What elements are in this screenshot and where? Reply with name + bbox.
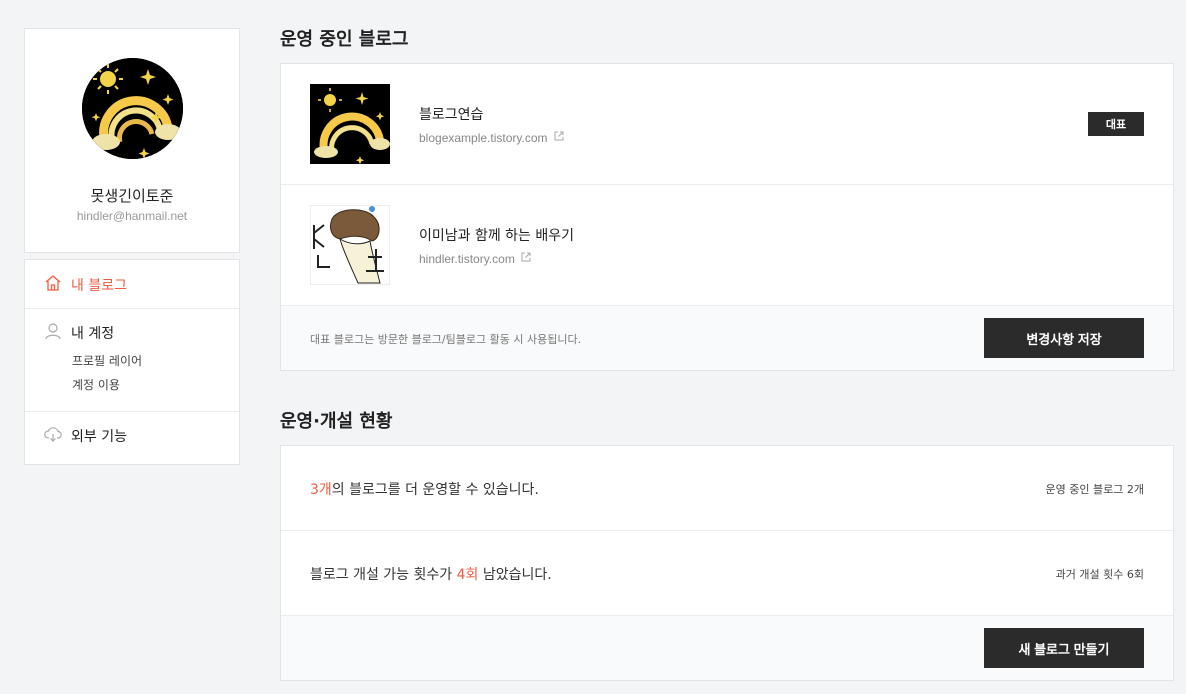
remaining-creation-post: 남았습니다. (478, 567, 552, 583)
operating-blogs-title: 운영 중인 블로그 (280, 29, 409, 50)
nav-item-label: 내 계정 (71, 326, 115, 342)
blog-url-text: hindler.tistory.com (419, 251, 515, 266)
operating-footer: 대표 블로그는 방문한 블로그/팀블로그 활동 시 사용됩니다. 변경사항 저장 (281, 306, 1173, 370)
nav-item-my-blog[interactable]: 내 블로그 (44, 274, 127, 296)
nav-item-my-account[interactable]: 내 계정 (44, 322, 114, 344)
user-icon (44, 322, 62, 344)
representative-badge: 대표 (1088, 112, 1144, 136)
nav-section-account: 내 계정 프로필 레이어 계정 이용 (25, 309, 239, 412)
status-title: 운영·개설 현황 (280, 411, 393, 432)
create-blog-button[interactable]: 새 블로그 만들기 (984, 628, 1144, 668)
operating-blogs-panel: 블로그연습 blogexample.tistory.com 대표 이미남과 함께… (280, 63, 1174, 371)
profile-name: 못생긴이토준 (90, 187, 174, 205)
profile-avatar[interactable] (82, 58, 183, 159)
blog-thumbnail[interactable] (310, 205, 390, 285)
external-link-icon (520, 251, 532, 266)
blog-name[interactable]: 이미남과 함께 하는 배우기 (419, 225, 574, 245)
status-panel: 3개의 블로그를 더 운영할 수 있습니다. 운영 중인 블로그 2개 블로그 … (280, 445, 1174, 681)
status-row: 블로그 개설 가능 횟수가 4회 남았습니다. 과거 개설 횟수 6회 (281, 531, 1173, 616)
home-icon (44, 274, 62, 296)
side-nav: 내 블로그 내 계정 프로필 레이어 계정 이용 외부 기능 (24, 259, 240, 465)
representative-footnote: 대표 블로그는 방문한 블로그/팀블로그 활동 시 사용됩니다. (310, 333, 582, 346)
nav-item-label: 외부 기능 (71, 429, 127, 445)
nav-item-label: 내 블로그 (71, 278, 127, 294)
remaining-creation-text: 블로그 개설 가능 횟수가 4회 남았습니다. (310, 564, 552, 584)
blog-row: 이미남과 함께 하는 배우기 hindler.tistory.com (281, 185, 1173, 306)
blog-url-link[interactable]: hindler.tistory.com (419, 251, 532, 266)
status-row: 3개의 블로그를 더 운영할 수 있습니다. 운영 중인 블로그 2개 (281, 446, 1173, 531)
profile-email: hindler@hanmail.net (76, 209, 188, 223)
nav-sub-profile-layer[interactable]: 프로필 레이어 (72, 352, 142, 369)
nav-item-external[interactable]: 외부 기능 (44, 425, 127, 447)
operating-count: 운영 중인 블로그 2개 (1045, 483, 1144, 496)
nav-sub-account-usage[interactable]: 계정 이용 (72, 376, 120, 393)
remaining-blogs-message: 의 블로그를 더 운영할 수 있습니다. (331, 482, 539, 498)
nav-section-external: 외부 기능 (25, 412, 239, 465)
external-link-icon (553, 130, 565, 145)
status-footer: 새 블로그 만들기 (281, 616, 1173, 680)
remaining-creation-count: 4회 (456, 567, 479, 583)
blog-name[interactable]: 블로그연습 (419, 104, 483, 124)
save-changes-button[interactable]: 변경사항 저장 (984, 318, 1144, 358)
blog-thumbnail[interactable] (310, 84, 390, 164)
nav-section-my-blog: 내 블로그 (25, 260, 239, 309)
blog-row: 블로그연습 blogexample.tistory.com 대표 (281, 64, 1173, 185)
cloud-download-icon (44, 425, 62, 447)
remaining-blogs-text: 3개의 블로그를 더 운영할 수 있습니다. (310, 479, 539, 499)
blog-url-link[interactable]: blogexample.tistory.com (419, 130, 565, 145)
remaining-blogs-count: 3개 (310, 482, 332, 498)
past-creation-count: 과거 개설 횟수 6회 (1055, 568, 1144, 581)
remaining-creation-pre: 블로그 개설 가능 횟수가 (310, 567, 457, 583)
profile-card: 못생긴이토준 hindler@hanmail.net (24, 28, 240, 253)
blog-url-text: blogexample.tistory.com (419, 130, 548, 145)
